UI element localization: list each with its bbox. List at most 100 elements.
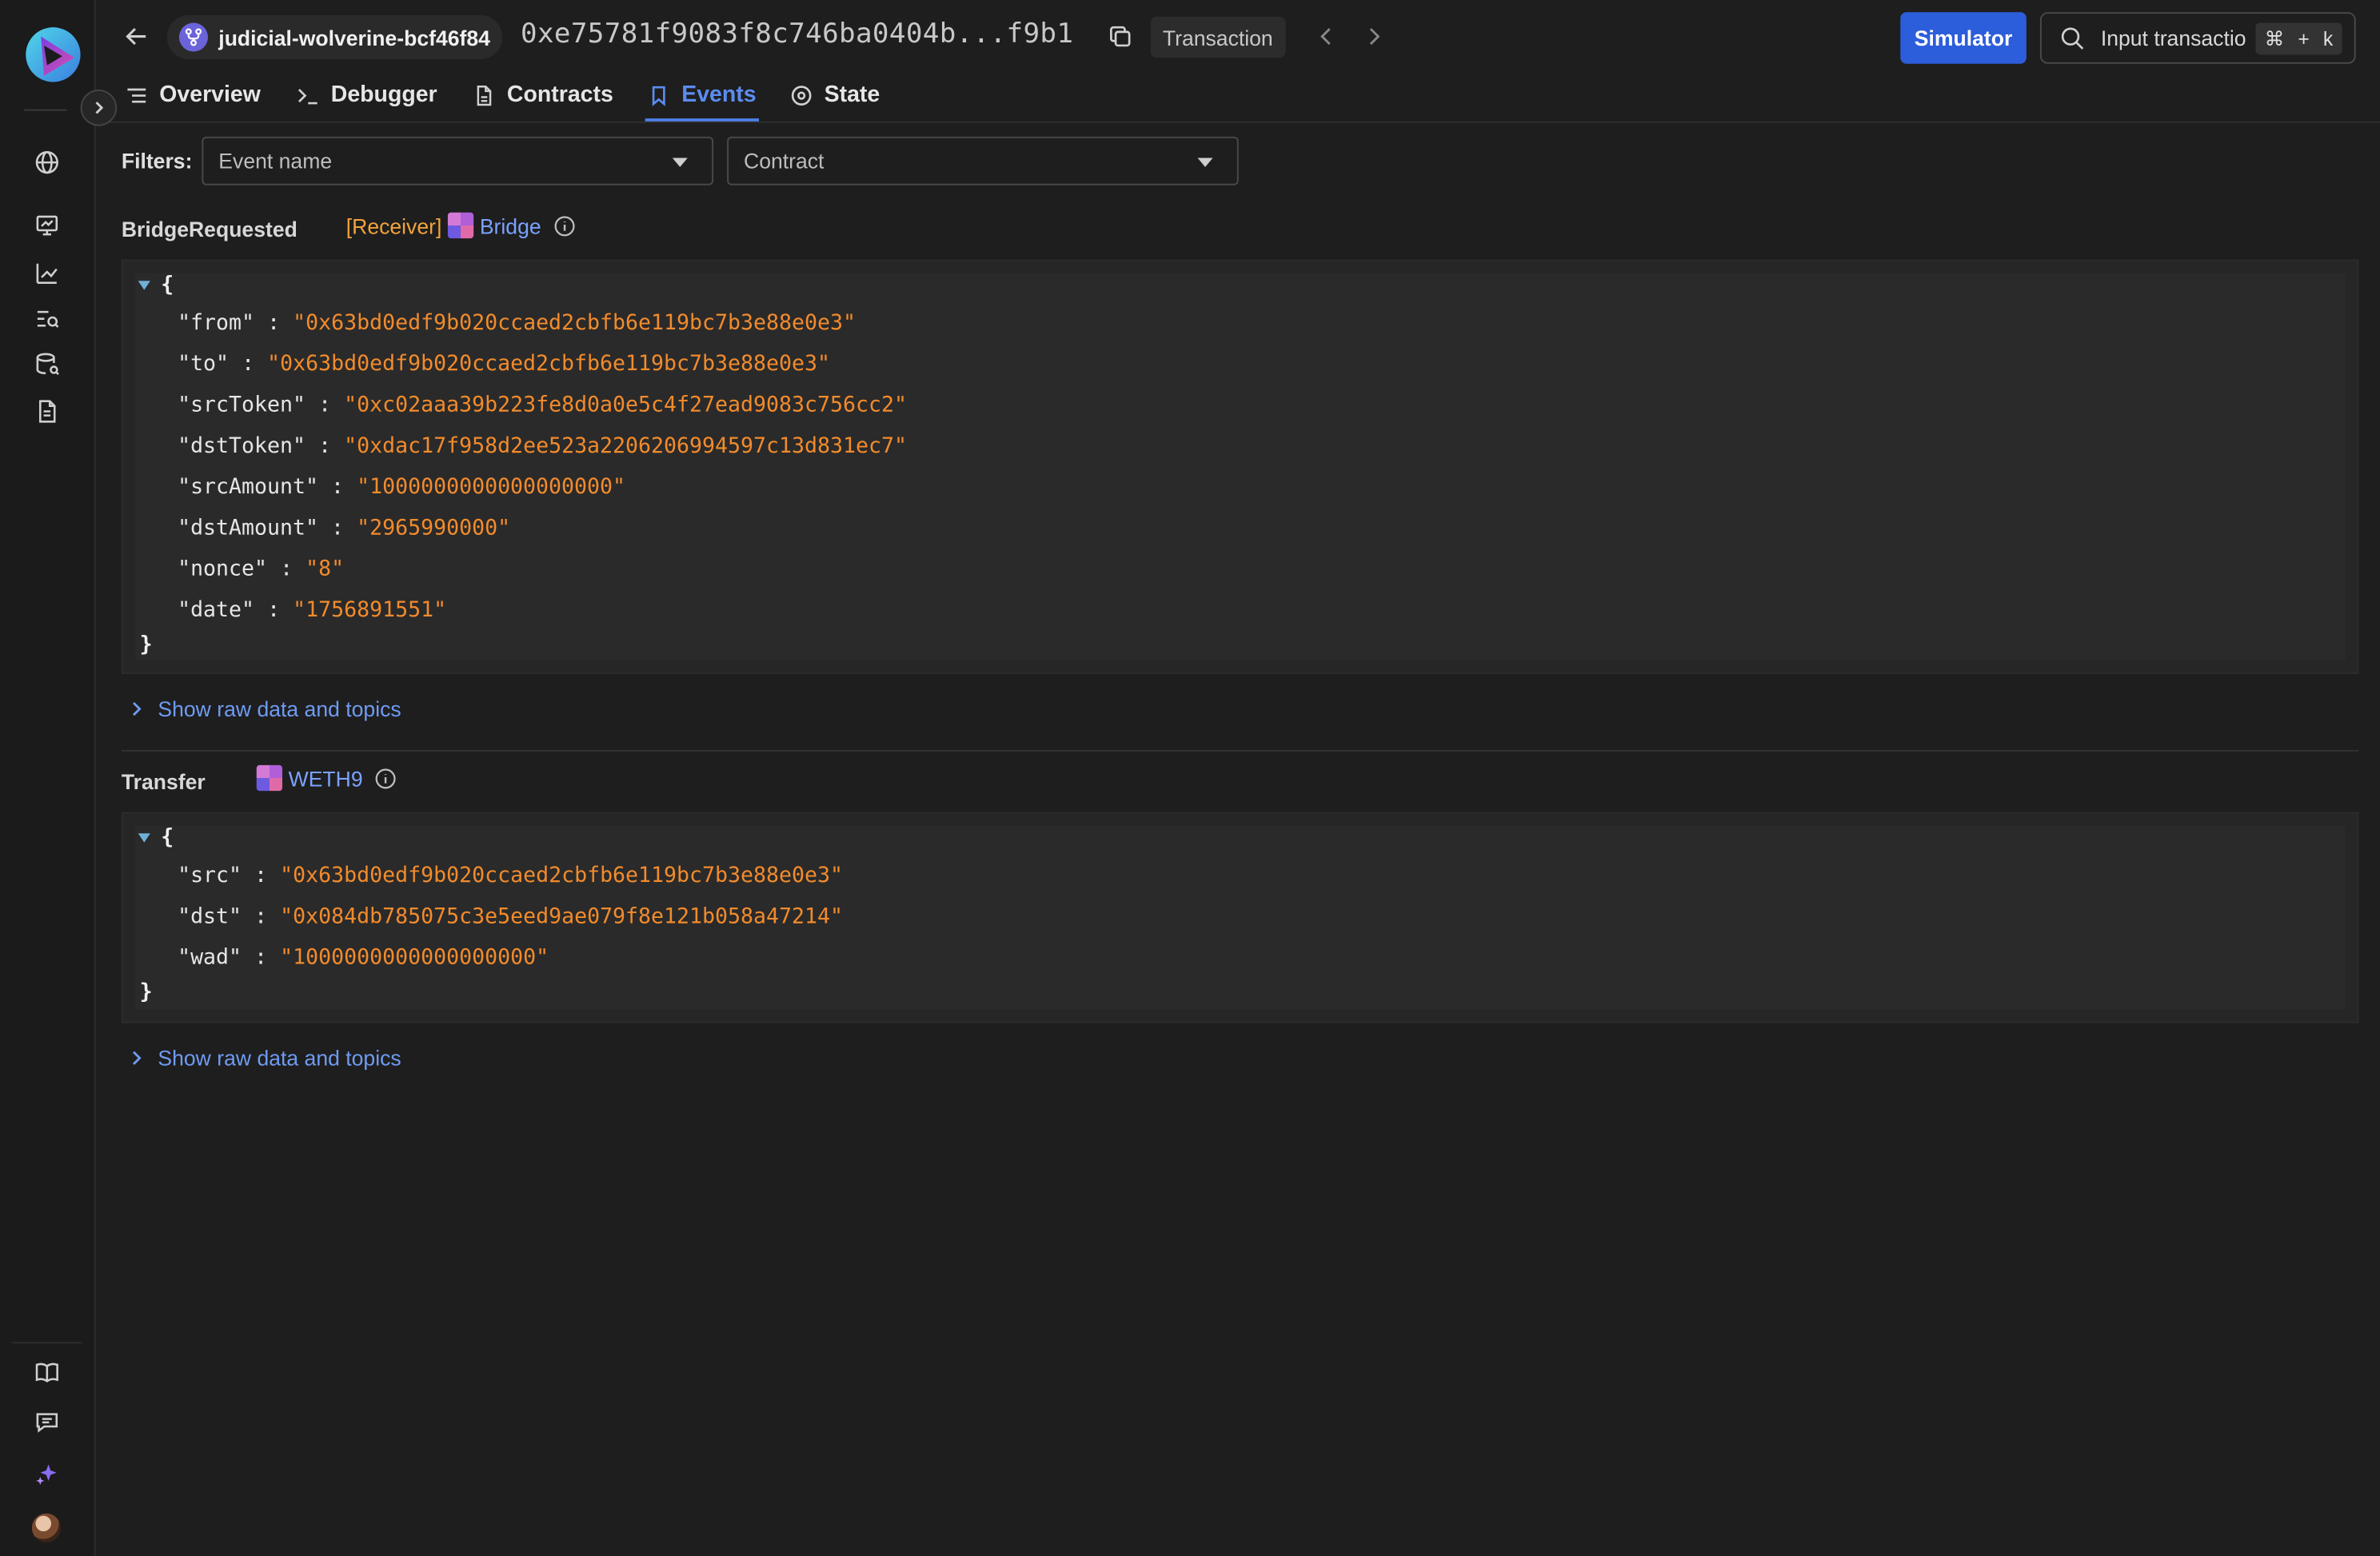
collapse-triangle-icon[interactable] — [138, 281, 150, 290]
json-colon: : — [254, 904, 268, 929]
json-key: "dst" — [178, 904, 242, 929]
chat-icon[interactable] — [32, 1407, 62, 1438]
json-value: "0x63bd0edf9b020ccaed2cbfb6e119bc7b3e88e… — [293, 311, 857, 336]
contract-name[interactable]: Bridge — [480, 213, 541, 237]
json-close-brace: } — [139, 980, 153, 1005]
json-colon: : — [280, 557, 294, 582]
chevron-down-icon — [1197, 158, 1213, 167]
json-key: "dstToken" — [178, 433, 306, 459]
json-key: "date" — [178, 598, 255, 623]
json-colon: : — [267, 311, 281, 336]
tab-overview[interactable]: Overview — [126, 70, 261, 120]
json-key: "src" — [178, 864, 242, 888]
json-colon: : — [318, 393, 332, 418]
info-icon[interactable] — [375, 768, 397, 789]
chevron-down-icon — [672, 158, 688, 167]
book-icon[interactable] — [32, 1357, 62, 1387]
sparkle-icon[interactable] — [32, 1458, 62, 1489]
json-field: "dst" : "0x084db785075c3e5eed9ae079f8e12… — [178, 905, 843, 929]
show-raw-data-label: Show raw data and topics — [158, 696, 401, 721]
contract-placeholder: Contract — [744, 149, 825, 174]
event-name: Transfer — [121, 769, 206, 794]
json-colon: : — [254, 864, 268, 888]
json-field: "from" : "0x63bd0edf9b020ccaed2cbfb6e119… — [178, 311, 856, 335]
json-field: "wad" : "1000000000000000000" — [178, 946, 549, 970]
json-key: "srcToken" — [178, 393, 306, 418]
sidebar-divider — [24, 109, 67, 111]
search-input[interactable] — [2100, 26, 2268, 50]
tab-label: State — [824, 82, 881, 108]
json-colon: : — [242, 352, 255, 377]
event-name-select[interactable]: Event name — [202, 136, 714, 186]
tab-state[interactable]: State — [791, 70, 880, 120]
chevron-right-icon — [133, 701, 142, 716]
tab-debugger[interactable]: Debugger — [298, 70, 437, 120]
json-key: "nonce" — [178, 557, 268, 582]
json-field: "dstAmount" : "2965990000" — [178, 516, 510, 540]
json-value: "1000000000000000000" — [357, 475, 626, 500]
show-raw-data-label: Show raw data and topics — [158, 1046, 401, 1071]
globe-icon[interactable] — [32, 147, 62, 178]
json-colon: : — [318, 433, 332, 459]
fork-icon — [178, 22, 209, 52]
sidebar-divider — [12, 1342, 82, 1344]
transaction-type-badge: Transaction — [1150, 16, 1285, 58]
show-raw-data-toggle[interactable]: Show raw data and topics — [130, 696, 401, 721]
event-json-block: { "from" : "0x63bd0edf9b020ccaed2cbfb6e1… — [121, 259, 2359, 674]
json-field: "to" : "0x63bd0edf9b020ccaed2cbfb6e119bc… — [178, 352, 830, 376]
json-value: "0x63bd0edf9b020ccaed2cbfb6e119bc7b3e88e… — [267, 352, 831, 377]
contract-select[interactable]: Contract — [727, 136, 1239, 186]
json-value: "0x63bd0edf9b020ccaed2cbfb6e119bc7b3e88e… — [280, 864, 844, 888]
previous-transaction-button[interactable] — [1313, 22, 1340, 50]
copy-icon[interactable] — [1107, 22, 1134, 50]
tab-bar: Overview Debugger Contracts Events State — [95, 70, 2380, 123]
dashboard-icon[interactable] — [32, 211, 62, 241]
search-box[interactable]: ⌘ + k — [2039, 12, 2356, 64]
contract-identicon-icon — [256, 764, 283, 792]
target-icon — [791, 85, 812, 105]
show-raw-data-toggle[interactable]: Show raw data and topics — [130, 1046, 401, 1070]
json-open-brace: { — [161, 825, 174, 851]
terminal-icon — [298, 88, 317, 104]
json-value: "1000000000000000000" — [280, 945, 549, 971]
json-field: "src" : "0x63bd0edf9b020ccaed2cbfb6e119b… — [178, 864, 843, 888]
event-json-block: { "src" : "0x63bd0edf9b020ccaed2cbfb6e11… — [121, 812, 2359, 1023]
avatar[interactable] — [31, 1513, 61, 1542]
filters-label: Filters: — [121, 149, 193, 174]
simulator-button[interactable]: Simulator — [1900, 12, 2027, 64]
app-logo-icon[interactable] — [22, 24, 83, 85]
list-icon — [127, 87, 146, 102]
analytics-icon[interactable] — [32, 258, 62, 289]
database-search-icon[interactable] — [32, 349, 62, 380]
json-field: "srcAmount" : "1000000000000000000" — [178, 475, 625, 499]
shortcut-cmd-key: ⌘ — [2264, 26, 2285, 50]
json-value: "0xc02aaa39b223fe8d0a0e5c4f27ead9083c756… — [344, 393, 908, 418]
chevron-right-icon — [1369, 28, 1380, 46]
json-field: "nonce" : "8" — [178, 557, 344, 581]
sidebar — [0, 0, 96, 1556]
json-field: "dstToken" : "0xdac17f958d2ee523a2206206… — [178, 434, 907, 458]
search-list-icon[interactable] — [32, 304, 62, 334]
back-arrow-icon[interactable] — [122, 22, 152, 52]
document-icon[interactable] — [32, 397, 62, 427]
json-key: "dstAmount" — [178, 516, 319, 541]
tab-label: Contracts — [506, 82, 613, 108]
collapse-triangle-icon[interactable] — [138, 833, 150, 843]
json-value: "1756891551" — [293, 598, 447, 623]
contract-link[interactable]: [Receiver] Bridge — [346, 212, 575, 239]
json-colon: : — [267, 598, 281, 623]
tab-contracts[interactable]: Contracts — [473, 70, 613, 120]
json-value: "8" — [305, 557, 345, 582]
document-icon — [477, 85, 492, 106]
next-transaction-button[interactable] — [1360, 22, 1388, 50]
info-icon[interactable] — [553, 215, 575, 237]
search-icon — [2061, 26, 2084, 49]
contract-link[interactable]: WETH9 — [256, 764, 397, 792]
project-selector[interactable]: judicial-wolverine-bcf46f84 — [166, 14, 503, 60]
contract-name[interactable]: WETH9 — [289, 766, 363, 790]
sidebar-expand-button[interactable] — [80, 90, 118, 126]
json-close-brace: } — [139, 632, 153, 658]
chevron-right-icon — [133, 1051, 142, 1065]
json-key: "srcAmount" — [178, 475, 319, 500]
tab-events[interactable]: Events — [645, 70, 760, 122]
